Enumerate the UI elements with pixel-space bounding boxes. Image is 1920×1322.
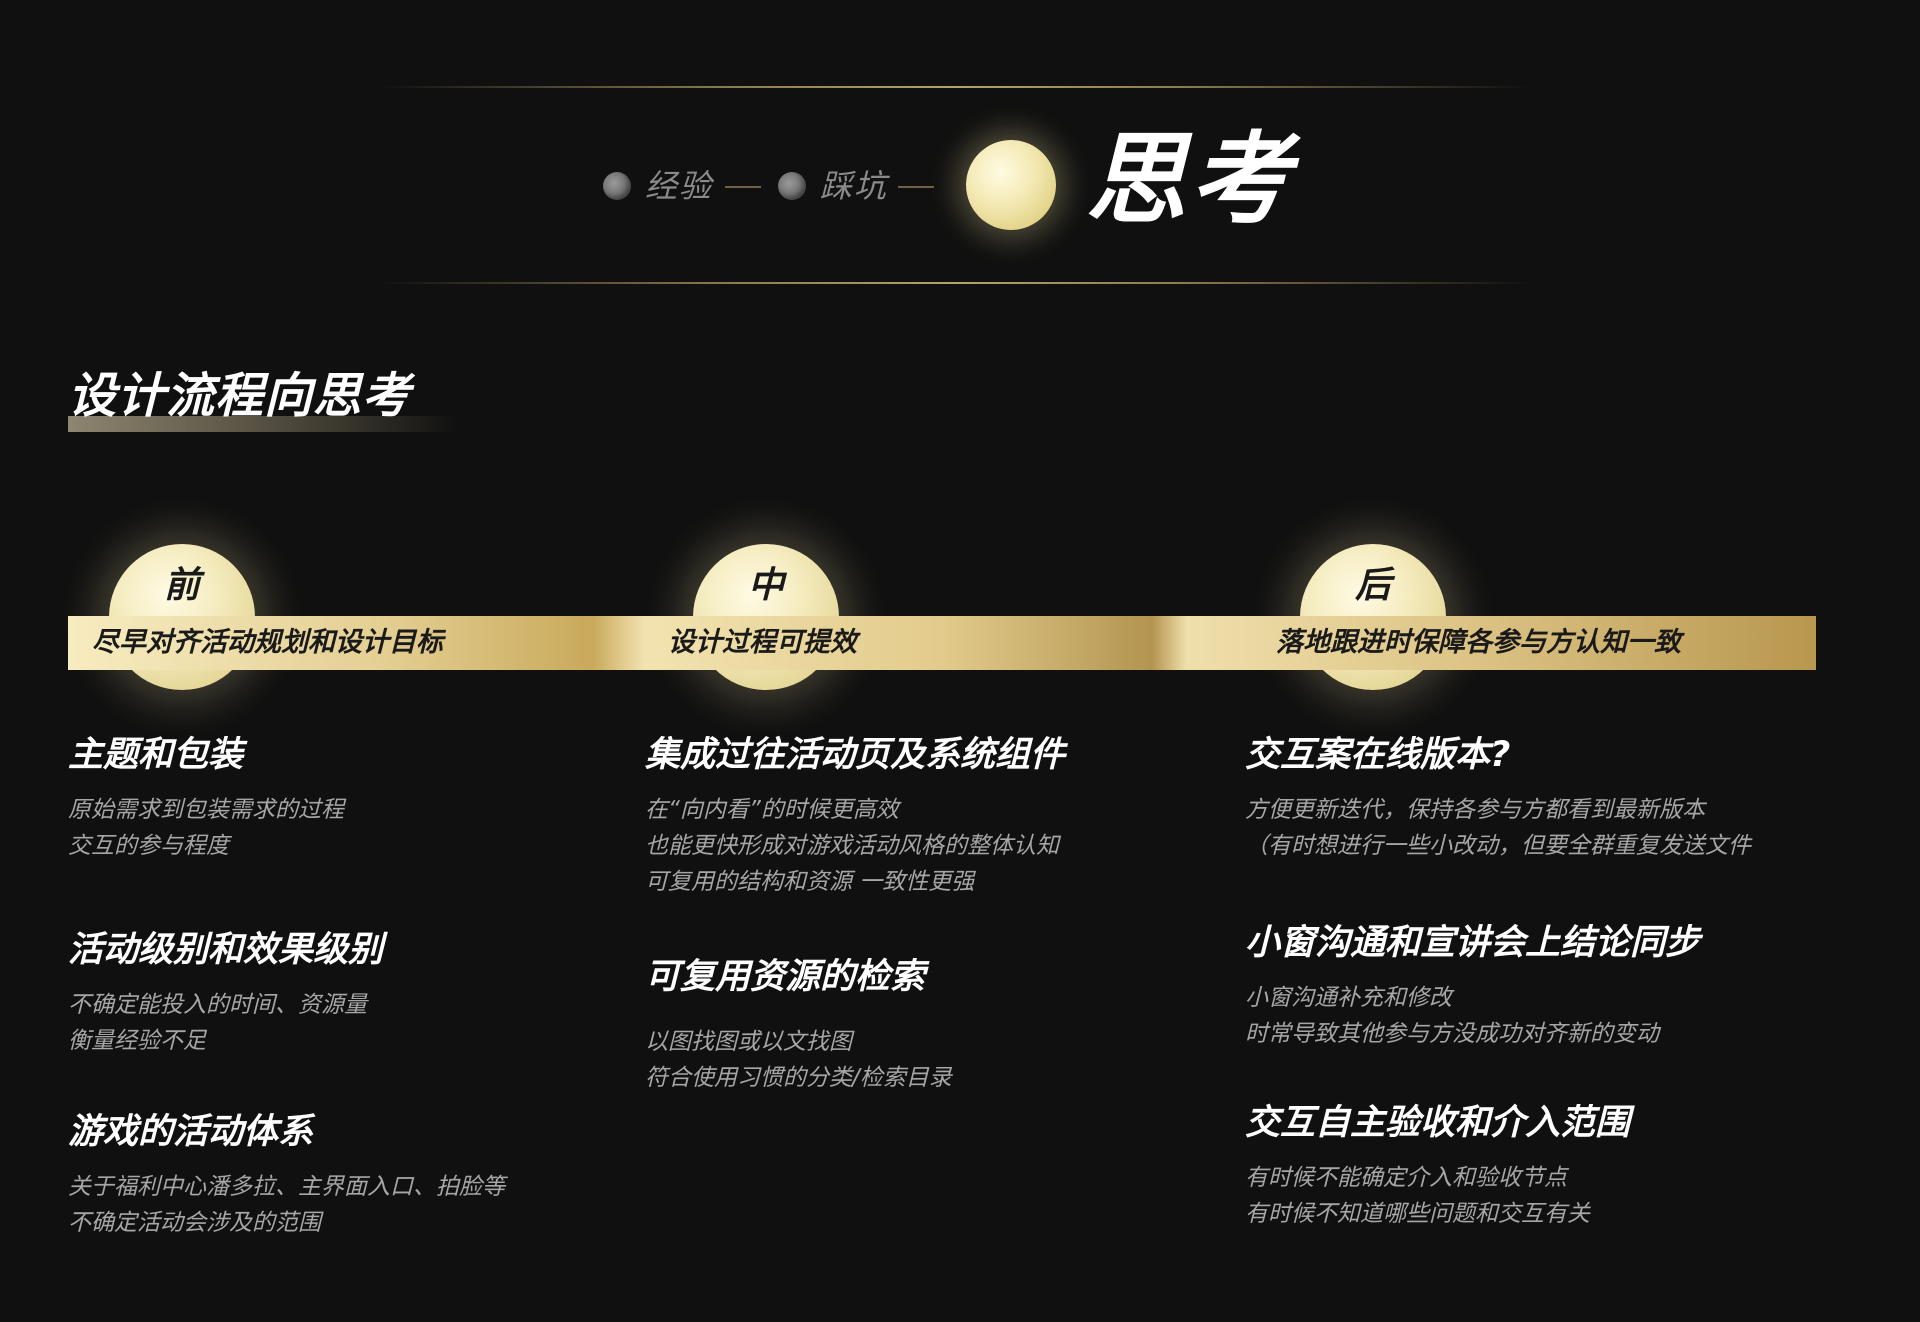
column-after-item-line: 有时候不知道哪些问题和交互有关 <box>1245 1201 1590 1227</box>
header-bottom-divider <box>380 282 1530 284</box>
phase-after-label: 落地跟进时保障各参与方认知一致 <box>1276 627 1681 658</box>
section-title: 设计流程向思考 <box>68 368 412 424</box>
column-before-item-line: 不确定活动会涉及的范围 <box>68 1210 321 1236</box>
column-before-item-title: 活动级别和效果级别 <box>68 930 384 970</box>
column-before-item-line: 衡量经验不足 <box>68 1028 206 1054</box>
column-before-item-title: 主题和包装 <box>68 735 244 775</box>
phase-before-char: 前 <box>163 565 200 606</box>
column-after-item-line: 方便更新迭代，保持各参与方都看到最新版本 <box>1245 797 1705 823</box>
column-during-item-title: 集成过往活动页及系统组件 <box>645 735 1066 775</box>
nav-item-pitfalls[interactable]: 踩坑 <box>820 170 888 202</box>
phase-before-label: 尽早对齐活动规划和设计目标 <box>92 627 443 658</box>
phase-after-char: 后 <box>1354 565 1391 606</box>
column-before-item-title: 游戏的活动体系 <box>68 1112 314 1152</box>
page-title: 思考 <box>1086 121 1294 238</box>
column-during-item-line: 符合使用习惯的分类/检索目录 <box>645 1065 952 1091</box>
column-before-item-line: 关于福利中心潘多拉、主界面入口、拍脸等 <box>68 1174 505 1200</box>
phase-during-char: 中 <box>747 565 784 606</box>
nav-item-experience[interactable]: 经验 <box>645 170 713 202</box>
column-before-item-line: 交互的参与程度 <box>68 833 229 859</box>
header-top-divider <box>380 86 1530 88</box>
column-after-item-title: 小窗沟通和宣讲会上结论同步 <box>1245 923 1701 963</box>
moon-icon <box>966 140 1056 230</box>
column-during-item-line: 在“向内看”的时候更高效 <box>645 797 899 823</box>
column-during-item-title: 可复用资源的检索 <box>645 957 926 997</box>
nav-separator <box>725 186 761 188</box>
column-during-item-line: 以图找图或以文找图 <box>645 1029 852 1055</box>
phase-during-label: 设计过程可提效 <box>668 627 857 658</box>
nav-dot-icon <box>778 172 806 200</box>
column-after-item-line: （有时想进行一些小改动，但要全群重复发送文件 <box>1245 833 1751 859</box>
column-after-item-line: 有时候不能确定介入和验收节点 <box>1245 1165 1567 1191</box>
column-after-item-line: 小窗沟通补充和修改 <box>1245 985 1452 1011</box>
nav-separator <box>898 186 934 188</box>
column-during-item-line: 也能更快形成对游戏活动风格的整体认知 <box>645 833 1059 859</box>
column-before-item-line: 不确定能投入的时间、资源量 <box>68 992 367 1018</box>
column-during-item-line: 可复用的结构和资源 一致性更强 <box>645 869 975 895</box>
column-after-item-line: 时常导致其他参与方没成功对齐新的变动 <box>1245 1021 1659 1047</box>
column-after-item-title: 交互案在线版本? <box>1245 735 1511 775</box>
column-after-item-title: 交互自主验收和介入范围 <box>1245 1103 1631 1143</box>
nav-dot-icon <box>603 172 631 200</box>
column-before-item-line: 原始需求到包装需求的过程 <box>68 797 344 823</box>
